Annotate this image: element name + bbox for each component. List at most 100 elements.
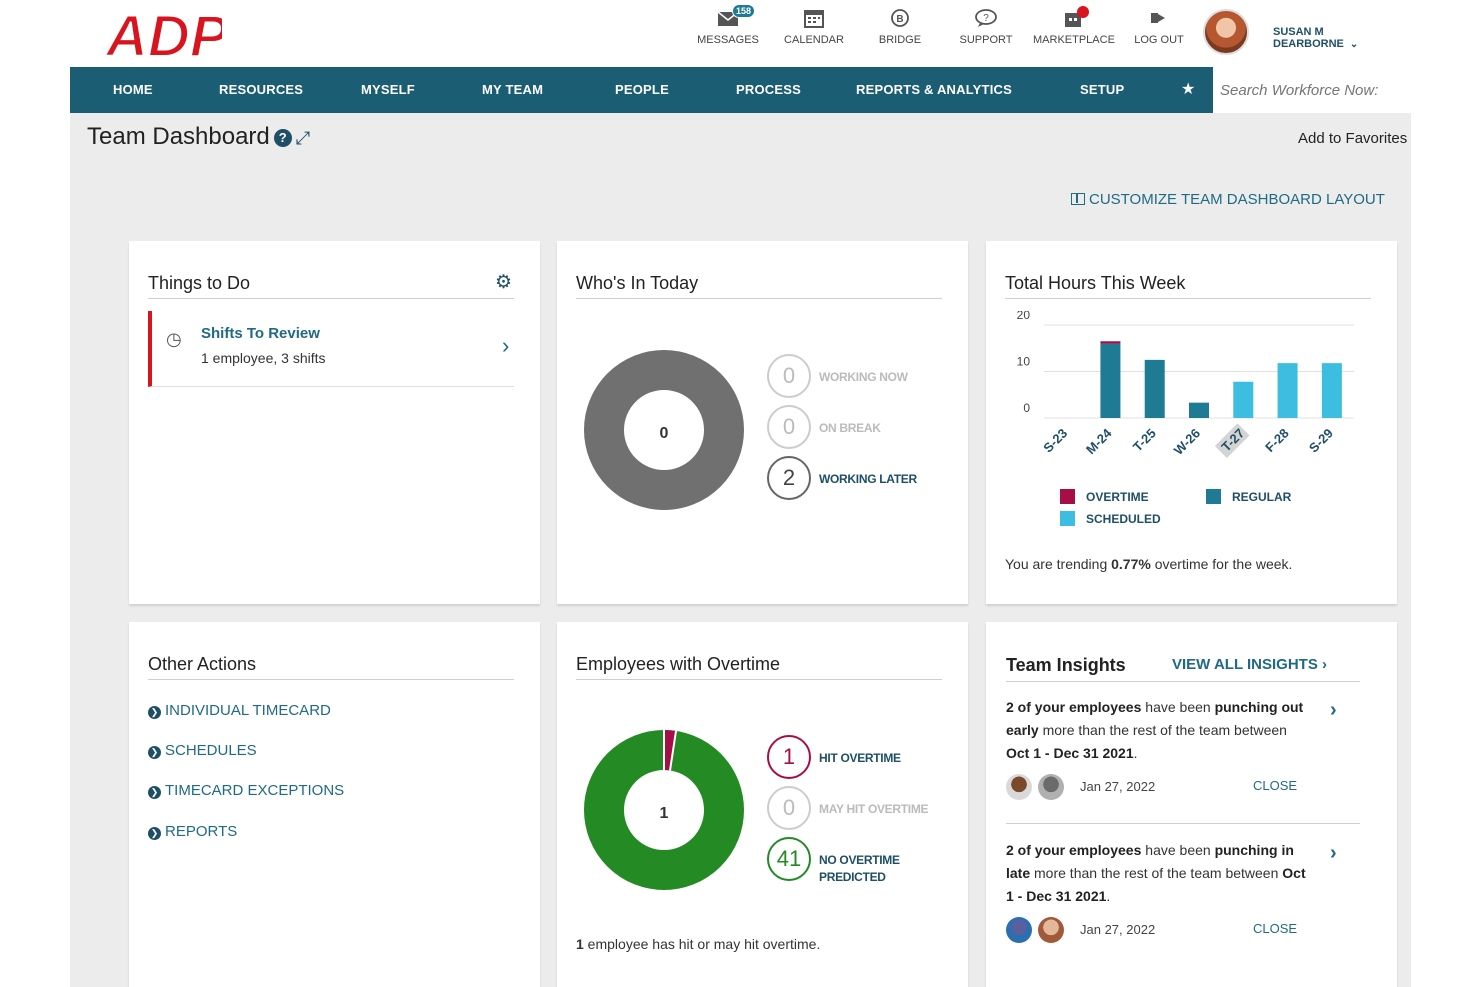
chevron-circle-icon: ❯ xyxy=(148,746,161,759)
add-to-favorites-link[interactable]: Add to Favorites xyxy=(1298,130,1407,147)
overtime-title: Employees with Overtime xyxy=(576,654,781,674)
insight-text: more than the rest of the team between xyxy=(1038,722,1287,738)
logout-button[interactable]: LOG OUT xyxy=(1119,8,1199,46)
favorites-star-icon[interactable]: ★ xyxy=(1181,79,1195,99)
legend-scheduled-label: SCHEDULED xyxy=(1086,512,1161,526)
bar-scheduled xyxy=(1233,381,1254,418)
hit-overtime-label[interactable]: HIT OVERTIME xyxy=(819,751,901,765)
divider xyxy=(148,298,514,299)
hit-overtime-slice xyxy=(663,730,677,771)
view-all-insights-link[interactable]: VIEW ALL INSIGHTS › xyxy=(1172,656,1327,673)
no-overtime-label[interactable]: NO OVERTIME PREDICTED xyxy=(819,852,919,886)
on-break-count: 0 xyxy=(767,405,811,449)
no-overtime-count[interactable]: 41 xyxy=(767,837,811,881)
working-now-count: 0 xyxy=(767,354,811,398)
chevron-right-icon[interactable]: › xyxy=(1330,842,1337,865)
insight-date: Jan 27, 2022 xyxy=(1080,779,1156,794)
calendar-button[interactable]: CALENDAR xyxy=(774,8,854,46)
link-label: TIMECARD EXCEPTIONS xyxy=(165,782,345,799)
task-name: Shifts To Review xyxy=(201,325,320,342)
user-menu[interactable]: SUSAN M DEARBORNE ⌄ xyxy=(1273,26,1411,50)
legend-regular-label: REGULAR xyxy=(1232,490,1292,504)
on-break-label: ON BREAK xyxy=(819,421,881,435)
search-input[interactable] xyxy=(1213,67,1411,113)
clock-icon: ◷ xyxy=(166,329,182,349)
legend-overtime: OVERTIME xyxy=(1060,489,1149,504)
layout-icon xyxy=(1071,193,1085,205)
chevron-right-icon[interactable]: › xyxy=(1330,699,1337,722)
nav-process[interactable]: PROCESS xyxy=(736,82,801,97)
schedules-link[interactable]: ❯ SCHEDULES xyxy=(148,742,257,759)
employee-avatar xyxy=(1006,917,1032,943)
messages-badge: 158 xyxy=(732,4,756,18)
individual-timecard-link[interactable]: ❯ INDIVIDUAL TIMECARD xyxy=(148,702,331,719)
trend-prefix: You are trending xyxy=(1005,556,1112,572)
x-tick-label: T-25 xyxy=(1130,426,1159,455)
insights-title: Team Insights xyxy=(1006,655,1126,675)
whos-in-center-value: 0 xyxy=(660,425,669,442)
y-tick-label: 10 xyxy=(1017,355,1031,369)
nav-reports-analytics[interactable]: REPORTS & ANALYTICS xyxy=(856,82,1012,97)
bar-scheduled xyxy=(1321,363,1342,418)
expand-icon[interactable]: ⤢ xyxy=(296,128,310,148)
user-avatar[interactable] xyxy=(1203,9,1249,55)
close-insight-button[interactable]: CLOSE xyxy=(1253,921,1297,936)
x-tick-group: T-27 xyxy=(1214,423,1250,459)
timecard-exceptions-link[interactable]: ❯ TIMECARD EXCEPTIONS xyxy=(148,782,344,799)
insight-item[interactable]: 2 of your employees have been punching o… xyxy=(1006,696,1306,765)
insight-text: have been xyxy=(1141,842,1215,858)
insight-count: 2 of your employees xyxy=(1006,699,1142,715)
overtime-trend-text: You are trending 0.77% overtime for the … xyxy=(1005,556,1292,572)
things-to-do-title: Things to Do xyxy=(148,273,251,293)
calendar-icon xyxy=(804,10,824,28)
help-icon[interactable]: ? xyxy=(273,129,292,147)
employee-avatar xyxy=(1038,774,1064,800)
reports-link[interactable]: ❯ REPORTS xyxy=(148,823,237,840)
trend-suffix: overtime for the week. xyxy=(1150,556,1293,572)
close-insight-button[interactable]: CLOSE xyxy=(1253,778,1297,793)
page-title: Team Dashboard xyxy=(87,123,270,150)
bridge-button[interactable]: B BRIDGE xyxy=(860,8,940,46)
gear-icon[interactable]: ⚙ xyxy=(495,271,512,294)
customize-label: CUSTOMIZE TEAM DASHBOARD LAYOUT xyxy=(1089,191,1385,208)
overtime-center-value: 1 xyxy=(660,805,669,822)
trend-value: 0.77% xyxy=(1111,556,1151,572)
insight-item[interactable]: 2 of your employees have been punching i… xyxy=(1006,839,1306,908)
x-tick-group: T-25 xyxy=(1130,426,1159,455)
nav-resources[interactable]: RESOURCES xyxy=(219,82,303,97)
overtime-donut: 1 xyxy=(584,730,744,890)
whos-in-today-card: Who's In Today 0 0 WORKING NOW 0 ON BREA… xyxy=(557,241,968,604)
marketplace-button[interactable]: MARKETPLACE xyxy=(1033,6,1115,46)
chevron-circle-icon: ❯ xyxy=(148,706,161,719)
x-tick-group: M-24 xyxy=(1083,425,1115,457)
main-nav: HOME RESOURCES MYSELF MY TEAM PEOPLE PRO… xyxy=(70,67,1411,113)
customize-layout-link[interactable]: CUSTOMIZE TEAM DASHBOARD LAYOUT xyxy=(1071,191,1385,208)
nav-setup[interactable]: SETUP xyxy=(1080,82,1124,97)
nav-people[interactable]: PEOPLE xyxy=(615,82,669,97)
support-button[interactable]: ? SUPPORT xyxy=(946,8,1026,46)
hit-overtime-count[interactable]: 1 xyxy=(767,735,811,779)
chevron-right-icon: › xyxy=(1322,656,1328,673)
legend-regular: REGULAR xyxy=(1206,489,1291,504)
working-later-label[interactable]: WORKING LATER xyxy=(819,472,917,486)
bar-overtime xyxy=(1100,341,1121,344)
y-tick-label: 20 xyxy=(1017,311,1031,322)
working-later-count[interactable]: 2 xyxy=(767,456,811,500)
task-item-shifts-to-review[interactable]: ◷ Shifts To Review 1 employee, 3 shifts … xyxy=(148,311,514,387)
link-label: INDIVIDUAL TIMECARD xyxy=(165,702,331,719)
nav-my-team[interactable]: MY TEAM xyxy=(482,82,543,97)
x-tick-group: S-23 xyxy=(1040,426,1070,456)
nav-myself[interactable]: MYSELF xyxy=(361,82,415,97)
divider xyxy=(148,679,514,680)
chevron-down-icon: ⌄ xyxy=(1349,39,1359,50)
page-title-row: Team Dashboard? ⤢ xyxy=(87,123,310,151)
divider xyxy=(1005,298,1371,299)
marketplace-label: MARKETPLACE xyxy=(1033,34,1115,46)
link-label: SCHEDULES xyxy=(165,742,257,759)
x-tick-label: S-23 xyxy=(1040,426,1070,456)
other-actions-title: Other Actions xyxy=(148,654,257,674)
nav-home[interactable]: HOME xyxy=(113,82,153,97)
may-hit-overtime-label: MAY HIT OVERTIME xyxy=(819,802,929,816)
messages-button[interactable]: 158 MESSAGES xyxy=(688,4,768,46)
adp-logo[interactable]: ADP xyxy=(103,3,230,70)
